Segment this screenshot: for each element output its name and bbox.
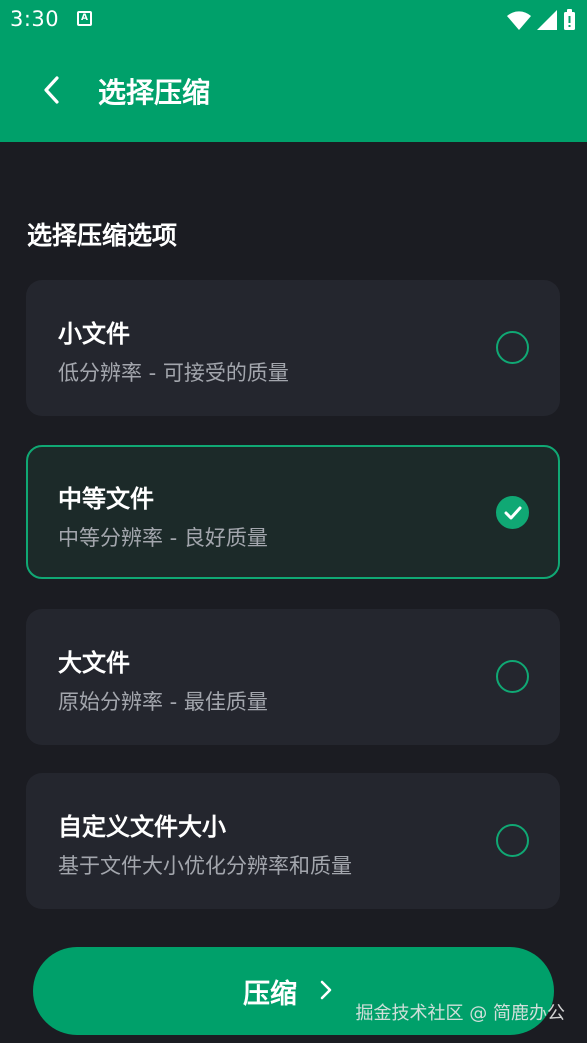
signal-icon <box>537 10 557 30</box>
back-button[interactable] <box>30 68 74 112</box>
watermark: 掘金技术社区 @ 简鹿办公 <box>355 1003 565 1024</box>
option-description: 低分辨率 - 可接受的质量 <box>58 361 289 385</box>
option-title: 大文件 <box>58 649 130 677</box>
checkmark-icon <box>504 506 521 519</box>
option-custom-size[interactable]: 自定义文件大小 基于文件大小优化分辨率和质量 <box>26 773 560 909</box>
status-time: 3:30 <box>10 7 60 31</box>
option-description: 基于文件大小优化分辨率和质量 <box>58 854 352 878</box>
notification-icon: A <box>77 11 92 26</box>
option-description: 原始分辨率 - 最佳质量 <box>58 690 268 714</box>
radio-unchecked-icon[interactable] <box>496 824 529 857</box>
radio-checked-icon[interactable] <box>496 496 529 529</box>
radio-unchecked-icon[interactable] <box>496 331 529 364</box>
status-icons <box>505 8 577 32</box>
chevron-left-icon <box>44 76 59 104</box>
radio-unchecked-icon[interactable] <box>496 660 529 693</box>
option-title: 自定义文件大小 <box>58 813 226 841</box>
option-title: 中等文件 <box>58 485 154 513</box>
option-title: 小文件 <box>58 320 130 348</box>
compress-button-label: 压缩 <box>243 979 297 1010</box>
section-title: 选择压缩选项 <box>27 221 178 250</box>
chevron-right-icon <box>320 980 332 1000</box>
option-large-file[interactable]: 大文件 原始分辨率 - 最佳质量 <box>26 609 560 745</box>
option-medium-file[interactable]: 中等文件 中等分辨率 - 良好质量 <box>26 445 560 579</box>
status-bar: 3:30 A <box>0 0 587 40</box>
wifi-icon <box>507 11 531 30</box>
battery-icon <box>564 9 575 30</box>
option-small-file[interactable]: 小文件 低分辨率 - 可接受的质量 <box>26 280 560 416</box>
app-bar: 3:30 A 选择压缩 <box>0 0 587 142</box>
page-title: 选择压缩 <box>98 76 211 109</box>
option-description: 中等分辨率 - 良好质量 <box>58 526 268 550</box>
